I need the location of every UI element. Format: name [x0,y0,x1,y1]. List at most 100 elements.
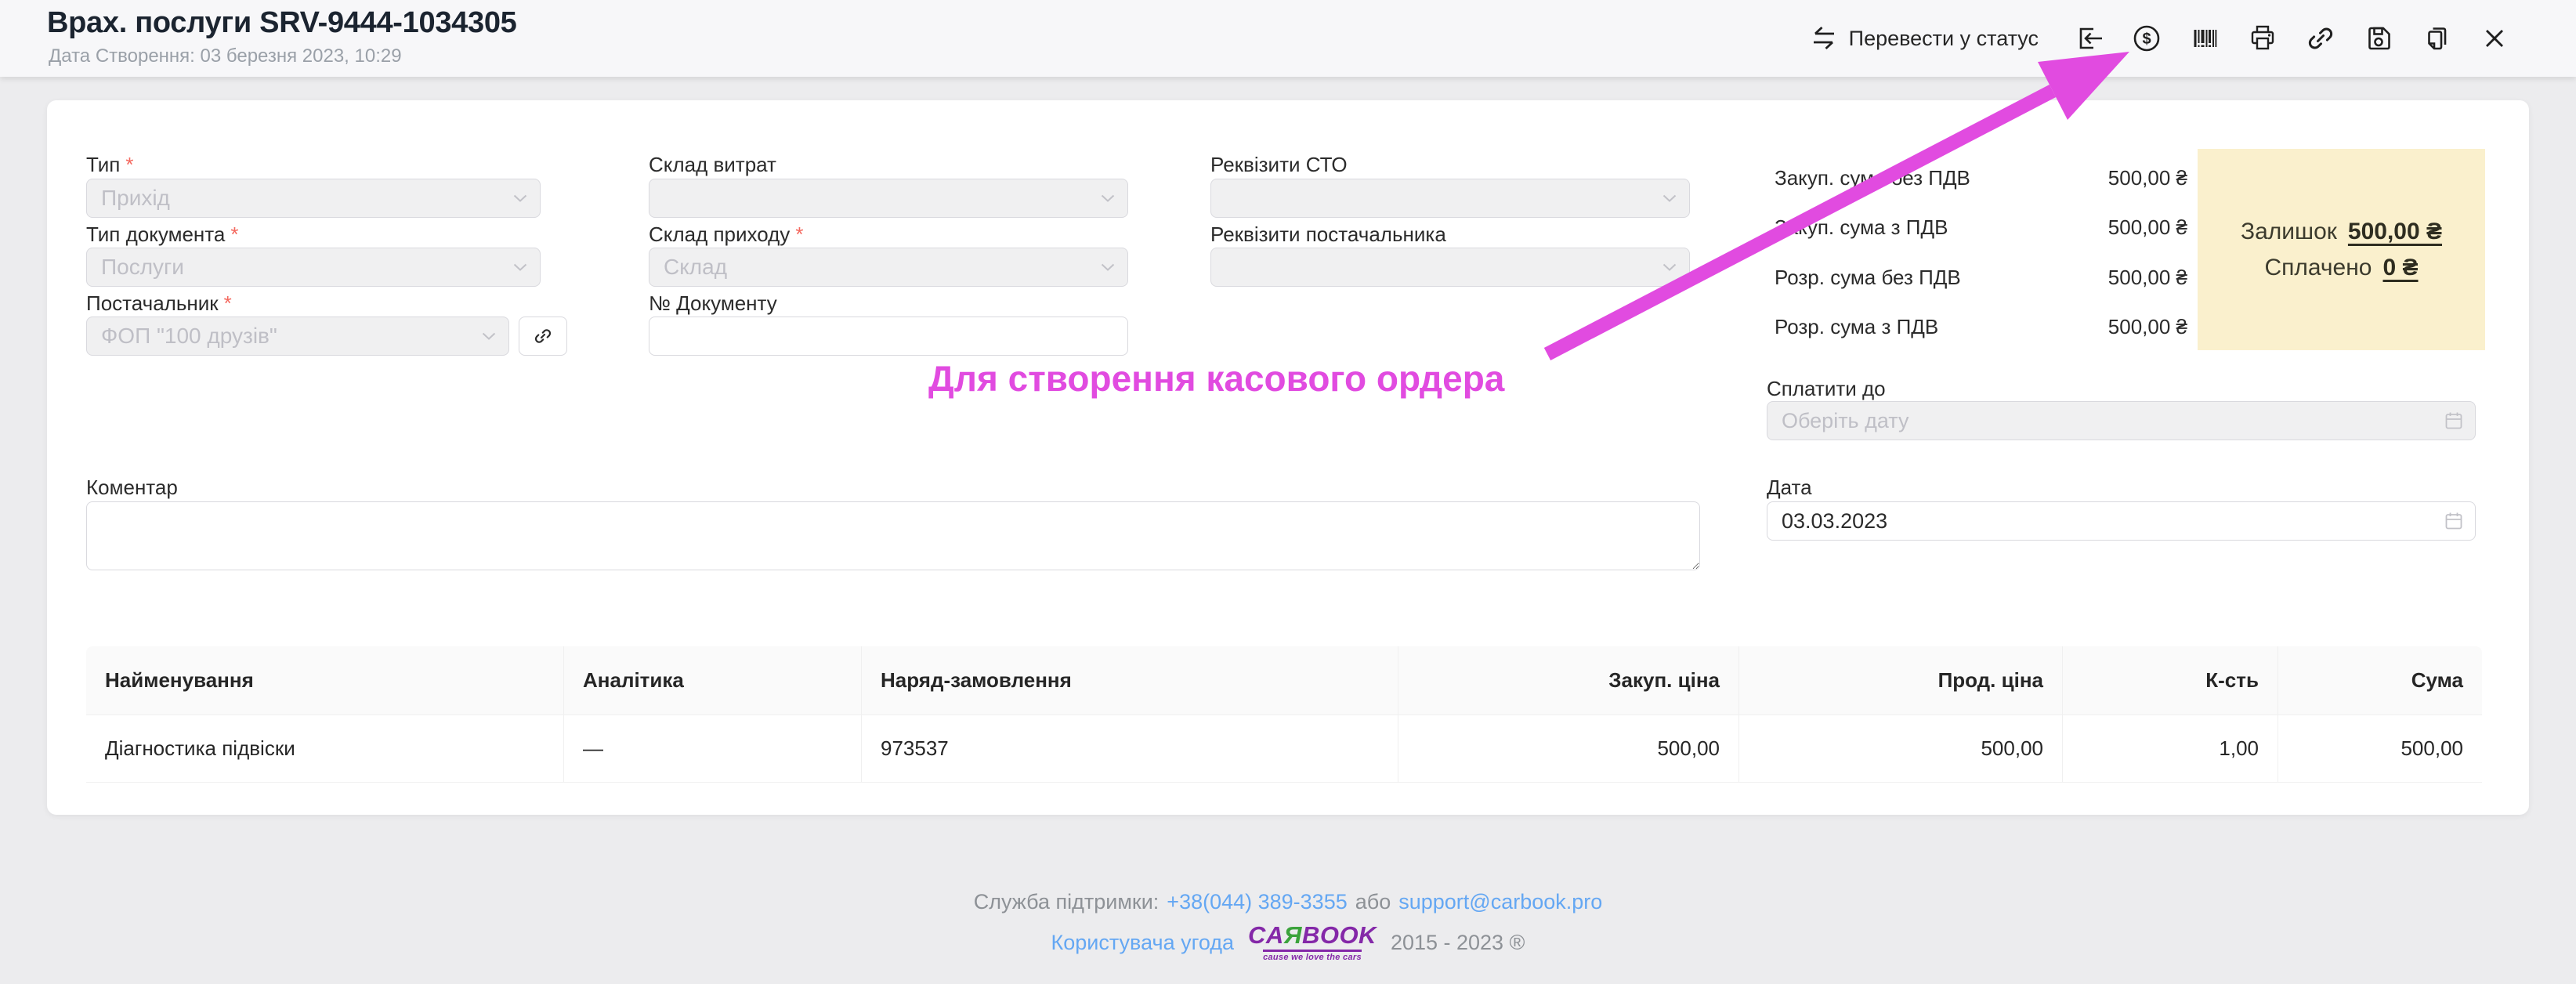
dollar-icon: $ [2131,23,2162,54]
close-icon [2479,23,2510,54]
cell-sale-price: 500,00 [1739,715,2063,783]
date-label: Дата [1767,475,1812,500]
type-select[interactable]: Прихід [86,179,541,218]
supplier-requisites-select[interactable] [1210,248,1690,287]
support-phone-link[interactable]: +38(044) 389-3355 [1167,890,1347,914]
chevron-down-icon [1101,263,1115,271]
barcode-icon [2189,23,2220,54]
doc-number-input[interactable] [649,317,1127,355]
save-button[interactable] [2363,23,2394,54]
type-label: Тип* [86,152,133,177]
col-sum: Сума [2278,646,2482,715]
pay-until-input[interactable] [1767,402,2475,440]
date-field[interactable] [1767,501,2476,541]
cash-order-button[interactable]: $ [2131,23,2162,54]
supplier-label: Постачальник* [86,291,232,316]
remaining-value: 500,00 ₴ [2348,219,2442,245]
pay-until-label: Сплатити до [1767,376,1886,401]
total-row: Розр. сума з ПДВ 500,00 ₴ [1775,315,2187,339]
svg-text:$: $ [2142,31,2151,48]
required-mark: * [125,153,133,176]
change-status-button[interactable]: Перевести у статус [1810,24,2039,52]
chevron-down-icon [482,332,496,340]
support-email-link[interactable]: support@carbook.pro [1398,890,1602,914]
col-qty: К-сть [2063,646,2278,715]
copyright: 2015 - 2023 ® [1391,931,1525,955]
remaining-line: Залишок 500,00 ₴ [2241,219,2442,245]
comment-label: Коментар [86,475,178,500]
paid-line: Сплачено 0 ₴ [2264,255,2418,281]
income-warehouse-label: Склад приходу* [649,222,803,247]
support-prefix: Служба підтримки: [974,890,1160,914]
page-title: Врах. послуги SRV-9444-1034305 [47,6,516,40]
calendar-icon [2444,511,2464,531]
expense-warehouse-select[interactable] [649,179,1128,218]
total-row: Закуп. сума з ПДВ 500,00 ₴ [1775,215,2187,240]
chevron-down-icon [1662,263,1677,271]
chevron-down-icon [1101,194,1115,202]
annotation-text: Для створення касового ордера [928,357,1504,400]
import-button[interactable] [2073,23,2104,54]
logo-tagline: cause we love the cars [1263,950,1362,962]
print-button[interactable] [2247,23,2278,54]
supplier-select[interactable]: ФОП "100 друзів" [86,317,509,356]
carbook-logo: CAЯBOOK cause we love the cars [1248,923,1377,962]
user-agreement-link[interactable]: Користувача угода [1051,931,1235,955]
paid-value: 0 ₴ [2382,255,2418,281]
paid-label: Сплачено [2264,255,2372,281]
doc-number-field[interactable] [649,317,1128,356]
remaining-label: Залишок [2241,219,2337,245]
swap-icon [1810,24,1838,52]
chevron-down-icon [513,263,527,271]
save-icon [2363,23,2394,54]
page: Врах. послуги SRV-9444-1034305 Дата Ство… [0,0,2576,984]
col-analytics: Аналітика [564,646,862,715]
cell-work-order: 973537 [862,715,1398,783]
or-word: або [1355,890,1391,914]
support-line: Служба підтримки: +38(044) 389-3355 або … [0,890,2576,914]
total-value: 500,00 ₴ [2108,166,2187,190]
required-mark: * [795,222,803,246]
doc-number-label: № Документу [649,291,777,316]
table-row[interactable]: Діагностика підвіски — 973537 500,00 500… [86,715,2482,783]
expense-warehouse-label: Склад витрат [649,152,776,177]
toolbar: Перевести у статус $ [1810,0,2510,77]
cell-name: Діагностика підвіски [86,715,564,783]
date-input[interactable] [1767,502,2475,540]
total-label: Закуп. сума з ПДВ [1775,215,1948,240]
doc-type-select[interactable]: Послуги [86,248,541,287]
topbar: Врах. послуги SRV-9444-1034305 Дата Ство… [0,0,2576,77]
total-value: 500,00 ₴ [2108,266,2187,290]
chevron-down-icon [1662,194,1677,202]
total-row: Розр. сума без ПДВ 500,00 ₴ [1775,266,2187,290]
total-value: 500,00 ₴ [2108,215,2187,240]
pay-until-field[interactable] [1767,401,2476,440]
created-date: Дата Створення: 03 березня 2023, 10:29 [49,45,402,67]
total-value: 500,00 ₴ [2108,315,2187,339]
chevron-down-icon [513,194,527,202]
total-label: Розр. сума з ПДВ [1775,315,1938,339]
required-mark: * [224,291,232,315]
calendar-icon [2444,411,2464,431]
copy-link-button[interactable] [2305,23,2336,54]
change-status-label: Перевести у статус [1849,27,2039,51]
logo-word: CAЯBOOK [1248,923,1377,947]
sto-requisites-select[interactable] [1210,179,1690,218]
cell-qty: 1,00 [2063,715,2278,783]
duplicate-button[interactable] [2421,23,2452,54]
doc-type-label: Тип документа* [86,222,238,247]
cell-analytics: — [564,715,862,783]
link-icon [533,326,553,346]
close-button[interactable] [2479,23,2510,54]
balance-box: Залишок 500,00 ₴ Сплачено 0 ₴ [2198,149,2485,350]
income-warehouse-select[interactable]: Склад [649,248,1128,287]
col-purchase-price: Закуп. ціна [1398,646,1739,715]
supplier-link-button[interactable] [519,317,567,356]
sto-requisites-label: Реквізити СТО [1210,152,1348,177]
barcode-button[interactable] [2189,23,2220,54]
total-row: Закуп. сума без ПДВ 500,00 ₴ [1775,166,2187,190]
link-icon [2305,23,2336,54]
supplier-requisites-label: Реквізити постачальника [1210,222,1446,247]
comment-textarea[interactable] [86,501,1700,570]
items-table: Найменування Аналітика Наряд-замовлення … [86,646,2482,783]
